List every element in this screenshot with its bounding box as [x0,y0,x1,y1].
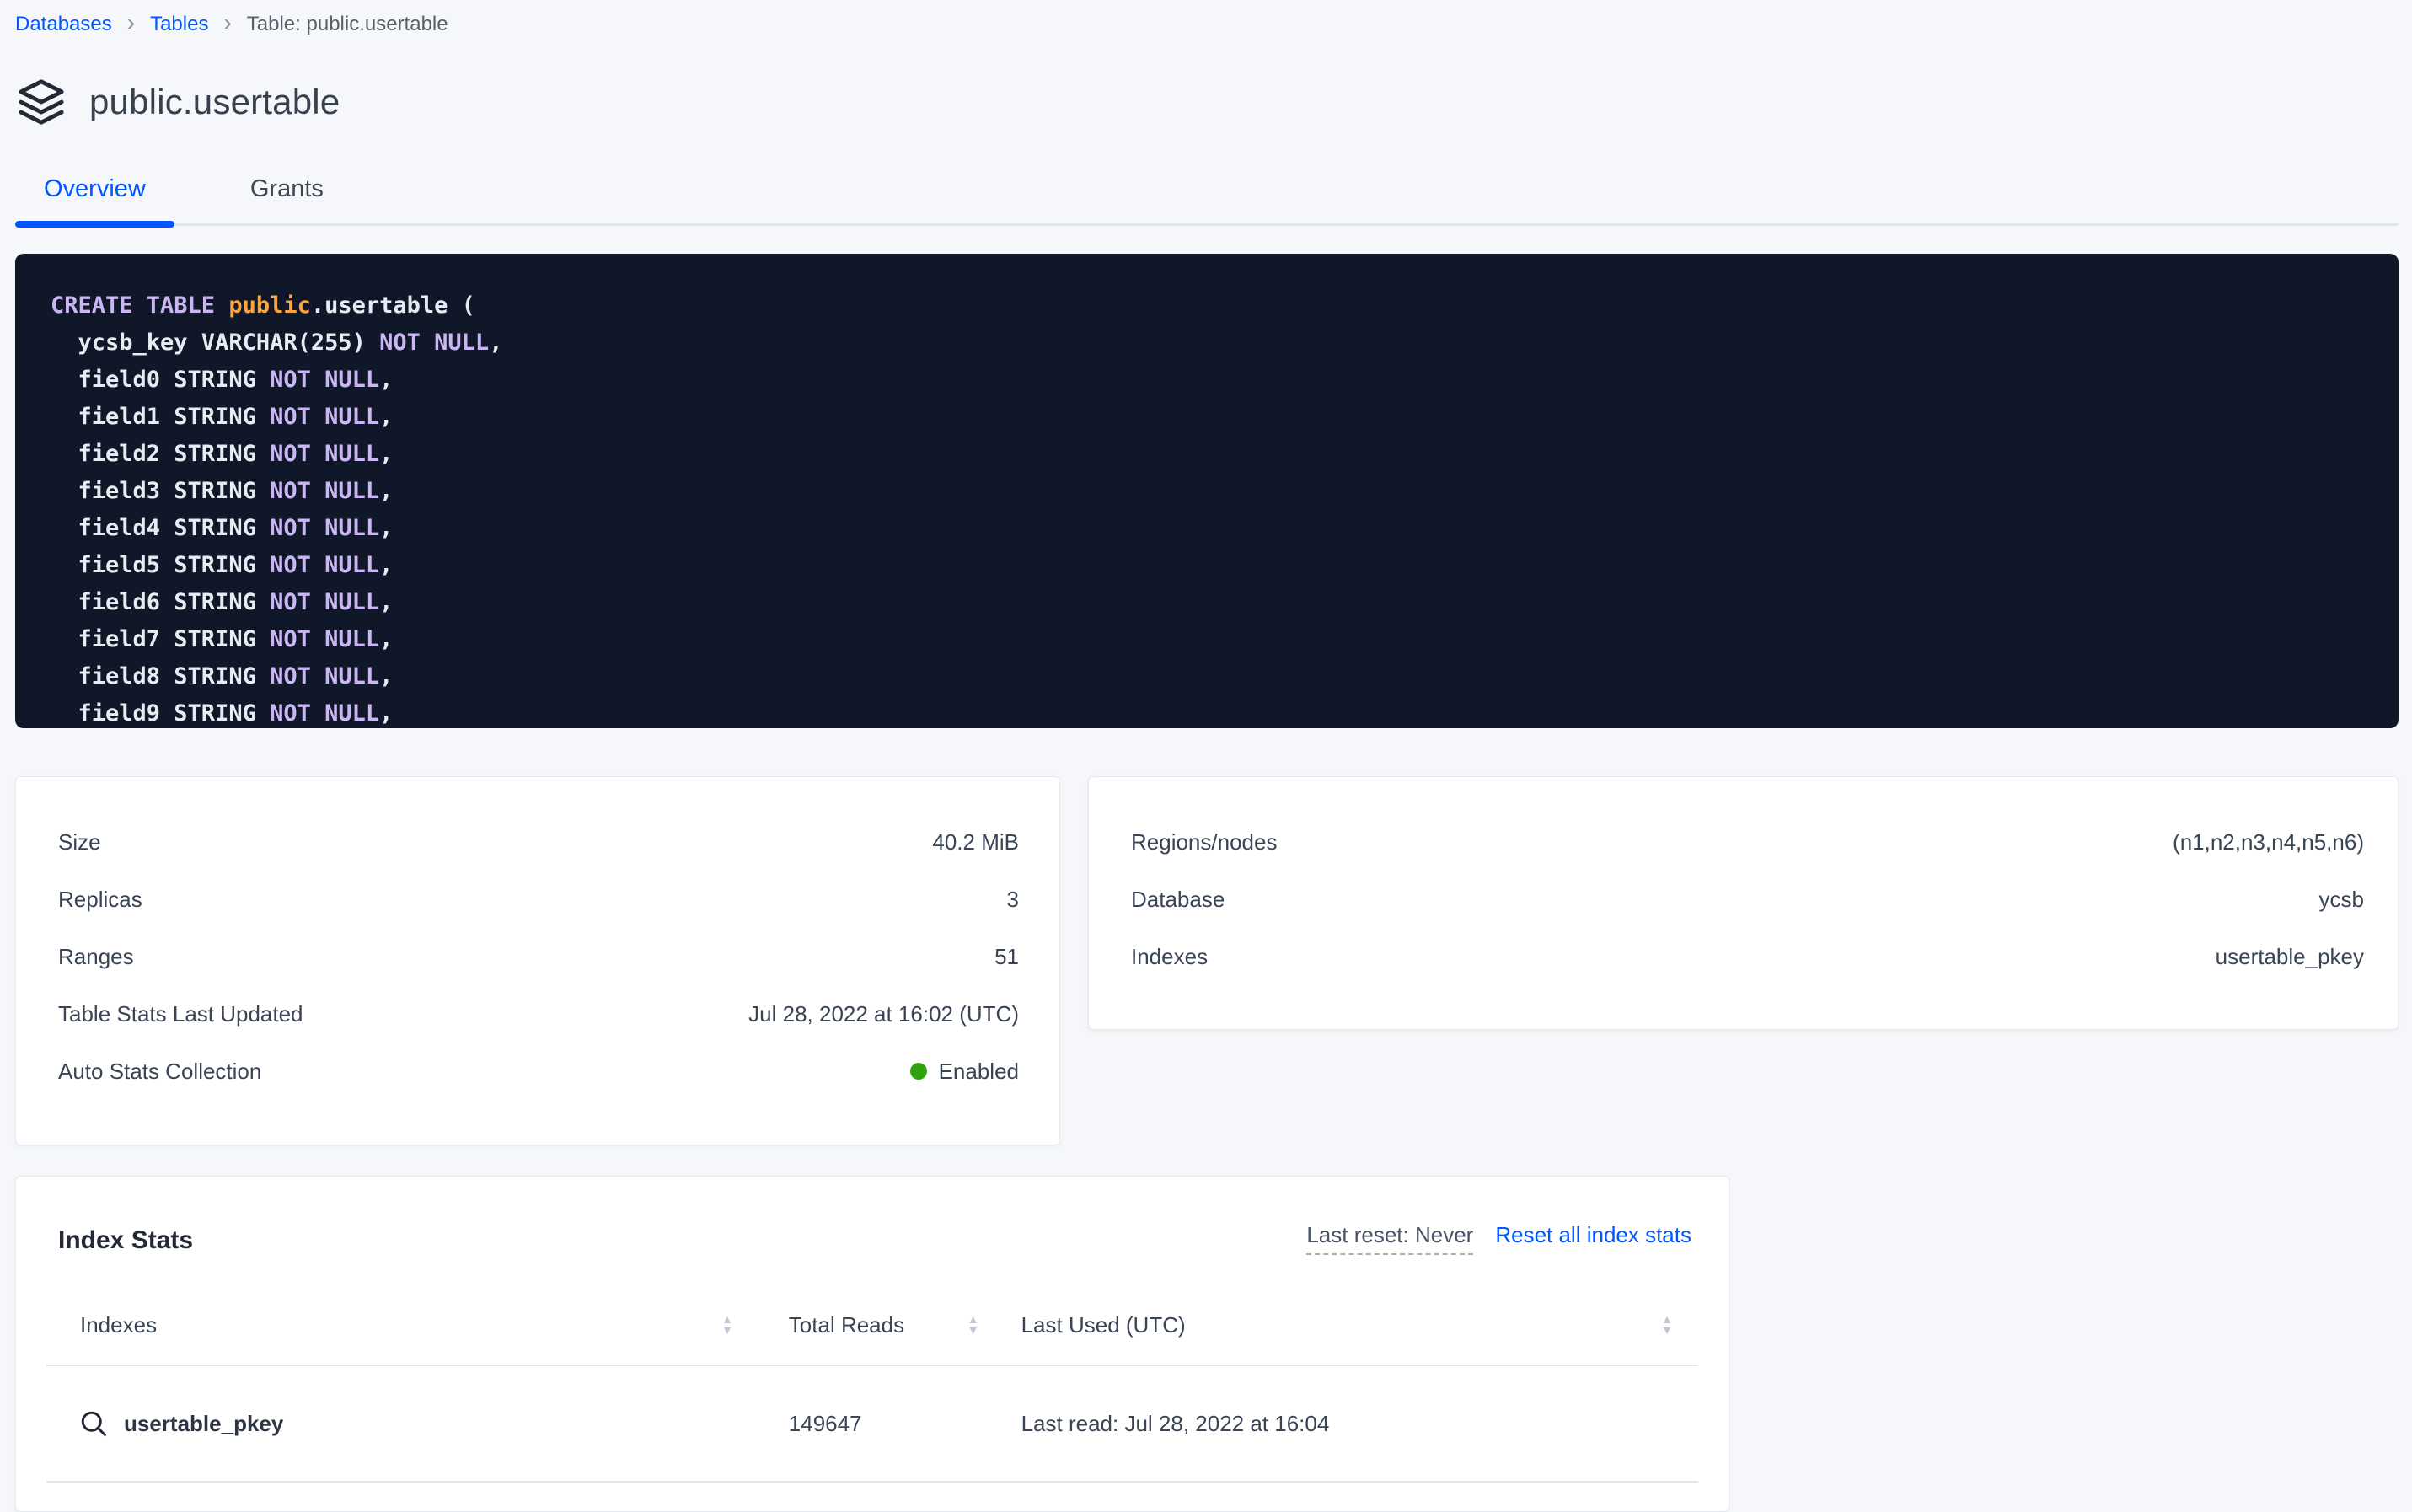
stat-value-text: Jul 28, 2022 at 16:02 (UTC) [748,1001,1019,1027]
stat-value-text: usertable_pkey [2216,944,2364,970]
column-header-label: Last Used (UTC) [1021,1312,1186,1338]
index-stats-actions: Last reset: Never Reset all index stats [1306,1222,1691,1255]
stat-value: usertable_pkey [2216,944,2364,970]
breadcrumb-link-databases[interactable]: Databases [15,13,112,36]
stat-value-text: Enabled [939,1059,1019,1085]
sql-line: field2 STRING NOT NULL, [51,436,2365,473]
sql-line: field7 STRING NOT NULL, [51,621,2365,658]
magnifier-icon [78,1408,109,1439]
index-name: usertable_pkey [124,1411,283,1437]
stat-value: 51 [994,944,1019,970]
index-table-row: usertable_pkey 149647Last read: Jul 28, 2… [46,1366,1698,1483]
reset-index-stats-link[interactable]: Reset all index stats [1495,1222,1691,1248]
stat-value-text: ycsb [2319,887,2364,913]
index-stats-title: Index Stats [58,1226,193,1255]
index-stats-header: Index Stats Last reset: Never Reset all … [16,1177,1729,1255]
tab-bar: Overview Grants [15,164,2399,226]
sort-arrows-icon[interactable]: ▲▼ [1661,1314,1673,1336]
layers-icon [15,78,67,126]
stat-value-text: 3 [1007,887,1019,913]
stat-label: Ranges [58,944,134,970]
sql-line: field6 STRING NOT NULL, [51,584,2365,621]
sql-line: field1 STRING NOT NULL, [51,399,2365,436]
breadcrumb: Databases › Tables › Table: public.usertable [15,10,2399,39]
stat-row-database: Database ycsb [1131,871,2364,928]
sort-down-icon: ▼ [721,1325,733,1336]
breadcrumb-link-tables[interactable]: Tables [150,13,208,36]
column-header-label: Indexes [80,1312,157,1338]
stat-value-text: 40.2 MiB [932,829,1019,855]
index-name-cell: usertable_pkey [46,1408,757,1439]
column-header-total-reads[interactable]: Total Reads ▲▼ [757,1312,1013,1338]
stat-row-replicas: Replicas 3 [58,871,1019,928]
stat-value-text: (n1,n2,n3,n4,n5,n6) [2173,829,2364,855]
column-header-indexes[interactable]: Indexes ▲▼ [46,1312,757,1338]
index-table-body: usertable_pkey 149647Last read: Jul 28, 2… [46,1366,1698,1483]
stat-row-size: Size 40.2 MiB [58,813,1019,871]
stat-row-table-stats-last-updated: Table Stats Last Updated Jul 28, 2022 at … [58,985,1019,1043]
sql-create-statement: CREATE TABLE public.usertable ( ycsb_key… [15,254,2399,728]
sort-down-icon: ▼ [1661,1325,1673,1336]
stat-label: Auto Stats Collection [58,1059,261,1085]
stat-label: Indexes [1131,944,1208,970]
status-dot-green-icon [910,1063,927,1080]
total-reads-cell: 149647 [757,1411,1013,1437]
sql-line: ycsb_key VARCHAR(255) NOT NULL, [51,324,2365,362]
stat-row-ranges: Ranges 51 [58,928,1019,985]
table-details-page: Databases › Tables › Table: public.usertable… [0,0,2412,1505]
summary-cards-row: Size 40.2 MiB Replicas 3 Ranges 51 Table Stats… [15,776,2399,1145]
sql-line: CREATE TABLE public.usertable ( [51,287,2365,324]
sort-arrows-icon[interactable]: ▲▼ [967,1314,979,1336]
sort-down-icon: ▼ [967,1325,979,1336]
page-title: public.usertable [89,82,340,122]
column-header-label: Total Reads [789,1312,904,1338]
sql-line: field4 STRING NOT NULL, [51,510,2365,547]
tab-grants[interactable]: Grants [222,164,352,223]
index-stats-card: Index Stats Last reset: Never Reset all … [15,1176,1729,1512]
stat-value: ycsb [2319,887,2364,913]
last-reset-label: Last reset: Never [1306,1222,1473,1255]
stat-value: 3 [1007,887,1019,913]
stat-value: Enabled [910,1059,1019,1085]
sql-line: field9 STRING NOT NULL, [51,695,2365,728]
sql-line: field0 STRING NOT NULL, [51,362,2365,399]
stat-row-auto-stats-collection: Auto Stats Collection Enabled [58,1043,1019,1100]
index-stats-table: Indexes▲▼Total Reads▲▼Last Used (UTC)▲▼ … [46,1285,1698,1483]
stat-value: (n1,n2,n3,n4,n5,n6) [2173,829,2364,855]
tab-overview[interactable]: Overview [15,164,174,223]
sql-line: field5 STRING NOT NULL, [51,547,2365,584]
chevron-right-icon: › [222,13,233,33]
stat-label: Replicas [58,887,142,913]
index-table-header-row: Indexes ▲▼ Total Reads ▲▼ Last Used (UTC) ▲▼ [46,1285,1698,1366]
stat-value: 40.2 MiB [932,829,1019,855]
table-details-card: Size 40.2 MiB Replicas 3 Ranges 51 Table Stats… [15,776,1060,1145]
stat-label: Size [58,829,101,855]
sql-line: field3 STRING NOT NULL, [51,473,2365,510]
stat-label: Table Stats Last Updated [58,1001,303,1027]
stat-row-indexes: Indexes usertable_pkey [1131,928,2364,985]
column-header-last-used-utc[interactable]: Last Used (UTC) ▲▼ [1013,1312,1698,1338]
stat-row-regions-nodes: Regions/nodes (n1,n2,n3,n4,n5,n6) [1131,813,2364,871]
sql-line: field8 STRING NOT NULL, [51,658,2365,695]
breadcrumb-current: Table: public.usertable [247,13,448,36]
stat-label: Database [1131,887,1225,913]
regions-card: Regions/nodes (n1,n2,n3,n4,n5,n6) Database… [1088,776,2399,1030]
stat-value-text: 51 [994,944,1019,970]
stat-value: Jul 28, 2022 at 16:02 (UTC) [748,1001,1019,1027]
last-used-cell: Last read: Jul 28, 2022 at 16:04 [1013,1411,1698,1437]
sort-arrows-icon[interactable]: ▲▼ [721,1314,733,1336]
chevron-right-icon: › [126,13,137,33]
stat-label: Regions/nodes [1131,829,1277,855]
page-header: public.usertable [15,76,2399,128]
